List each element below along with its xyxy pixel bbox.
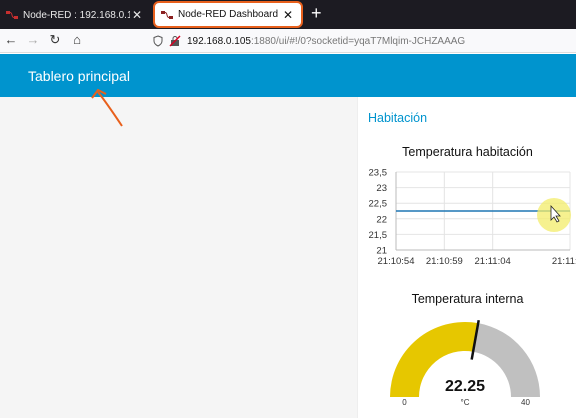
forward-button[interactable]: → <box>24 32 42 47</box>
new-tab-button[interactable]: + <box>311 3 322 24</box>
browser-tab-bar: Node-RED : 192.168.0.105 ✕ Node-RED Dash… <box>0 0 576 29</box>
url-path: :1880/ui/#!/0?socketid=yqaT7Mlqim-JCHZAA… <box>250 35 466 47</box>
group-title: Habitación <box>368 111 428 125</box>
gauge-value: 22.25 <box>445 378 485 395</box>
url-host: 192.168.0.105 <box>187 35 251 47</box>
x-tick-label: 21:11:04 <box>475 256 511 267</box>
tab-close-icon[interactable]: ✕ <box>281 8 295 22</box>
back-button[interactable]: ← <box>2 32 20 47</box>
group-habitacion: Habitación Temperatura habitación 23,5 23… <box>357 97 576 418</box>
gauge-title: Temperatura interna <box>411 292 524 306</box>
x-tick-label: 21:10:59 <box>426 256 463 267</box>
temperature-line-chart: 23,5 23 22,5 22 21,5 2121:10:54 21:10:59 21:11:… <box>369 168 576 268</box>
tab-node-red-dashboard[interactable]: Node-RED Dashboard ✕ <box>153 1 303 28</box>
dashboard-header: Tablero principal <box>0 54 576 97</box>
y-tick-label: 22,5 <box>369 199 388 210</box>
browser-nav-bar: ← → ↻ ⌂ 192.168.0.105:1880/ui/#!/0?socke… <box>0 29 576 53</box>
gauge-max-label: 40 <box>521 398 530 407</box>
y-tick-label: 21 <box>376 246 387 257</box>
shield-icon <box>153 35 163 47</box>
y-tick-label: 21,5 <box>369 230 388 241</box>
tab-close-icon[interactable]: ✕ <box>130 8 144 22</box>
y-tick-label: 23,5 <box>369 168 388 179</box>
annotation-arrow <box>91 88 123 127</box>
reload-button[interactable]: ↻ <box>46 32 64 48</box>
x-tick-label: 21:11:12 <box>552 256 576 267</box>
gauge-unit: °C <box>461 398 470 407</box>
x-tick-label: 21:10:54 <box>378 256 415 267</box>
node-red-icon <box>6 11 18 19</box>
tab-label: Node-RED Dashboard <box>178 9 279 20</box>
node-red-icon <box>161 10 173 19</box>
y-tick-label: 23 <box>376 183 387 194</box>
y-tick-label: 22 <box>376 214 387 225</box>
tab-label: Node-RED : 192.168.0.105 <box>23 9 130 21</box>
home-button[interactable]: ⌂ <box>68 32 86 47</box>
gauge-min-label: 0 <box>402 398 407 407</box>
temperature-gauge: 22.25 °C 0 40 <box>390 319 540 407</box>
tab-node-red-editor[interactable]: Node-RED : 192.168.0.105 ✕ <box>0 2 150 28</box>
insecure-lock-icon <box>169 35 181 47</box>
chart-title: Temperatura habitación <box>402 145 533 159</box>
page-title: Tablero principal <box>28 68 130 84</box>
address-bar[interactable]: 192.168.0.105:1880/ui/#!/0?socketid=yqaT… <box>152 31 576 51</box>
dashboard-empty-area <box>0 97 357 418</box>
